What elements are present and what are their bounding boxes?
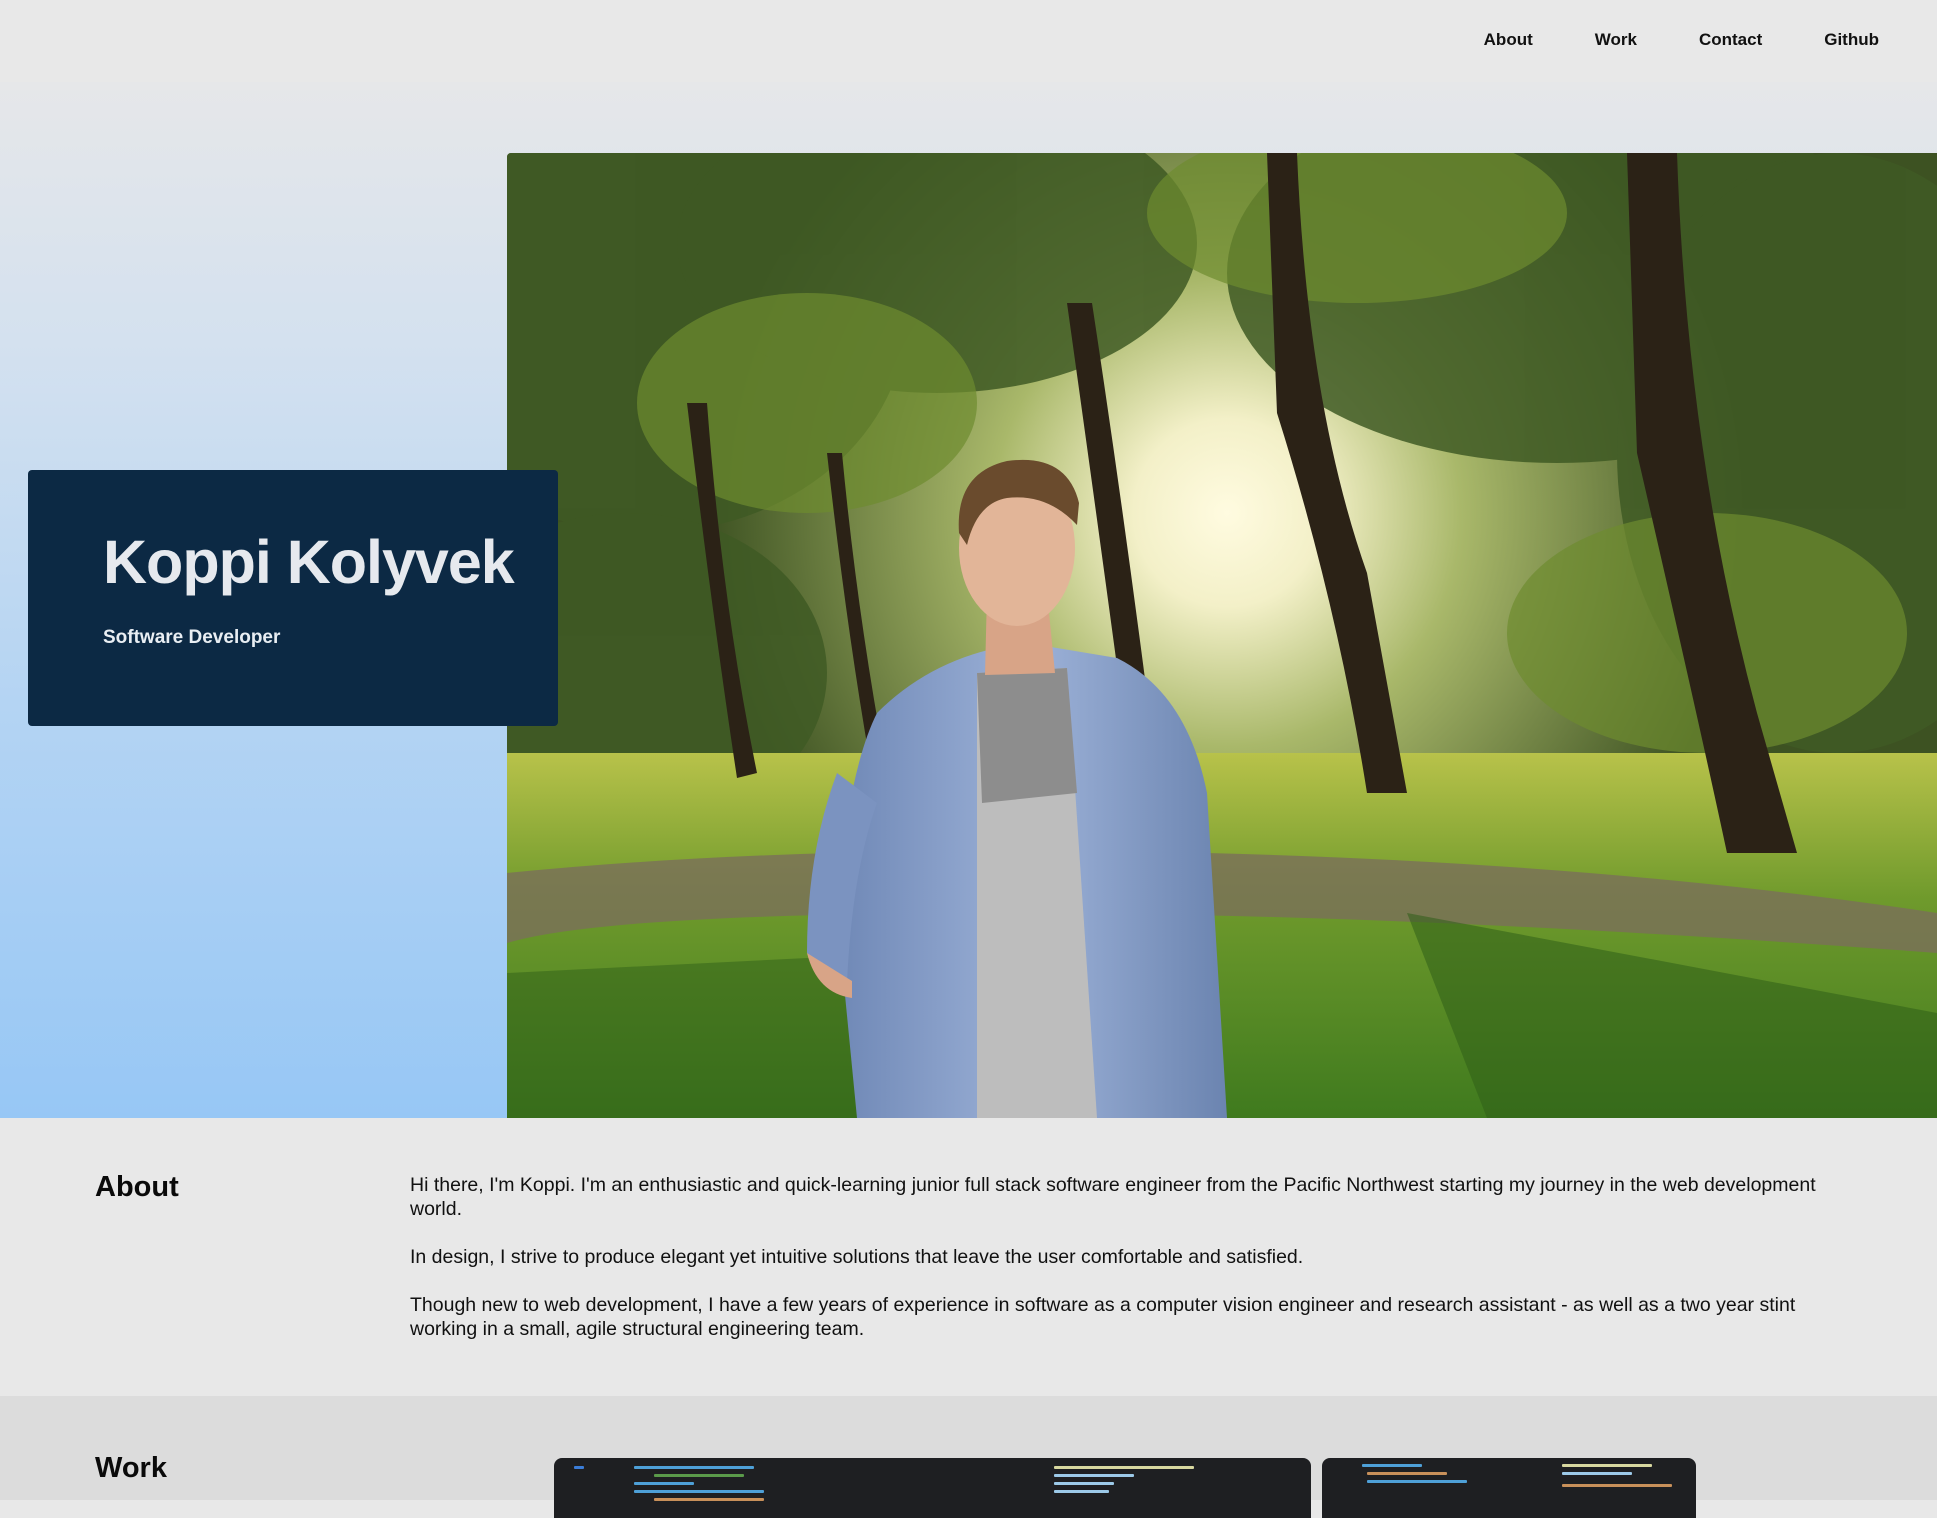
code-line <box>1054 1482 1114 1485</box>
code-line <box>1362 1464 1422 1467</box>
nav-link-about[interactable]: About <box>1484 30 1533 50</box>
work-section: Work <box>0 1396 1937 1518</box>
code-line <box>654 1474 744 1477</box>
about-body: Hi there, I'm Koppi. I'm an enthusiastic… <box>410 1173 1840 1365</box>
code-line <box>1562 1464 1652 1467</box>
nav-link-github[interactable]: Github <box>1824 30 1879 50</box>
about-paragraph: Hi there, I'm Koppi. I'm an enthusiastic… <box>410 1174 1816 1220</box>
hero-role: Software Developer <box>103 627 281 648</box>
nav-link-contact[interactable]: Contact <box>1699 30 1762 50</box>
code-line <box>1054 1490 1109 1493</box>
main-nav: About Work Contact Github <box>1422 30 1879 50</box>
code-line <box>1054 1466 1194 1469</box>
about-paragraph: In design, I strive to produce elegant y… <box>410 1246 1304 1268</box>
work-project-thumbnail[interactable] <box>1322 1458 1696 1518</box>
code-line <box>1367 1472 1447 1475</box>
hero-name: Koppi Kolyvek <box>103 528 515 596</box>
hero-photo <box>507 153 1937 1118</box>
code-line <box>1562 1472 1632 1475</box>
about-heading: About <box>95 1171 179 1203</box>
hero-name-card: Koppi Kolyvek Software Developer <box>28 470 558 726</box>
work-heading: Work <box>95 1452 167 1484</box>
work-project-thumbnail[interactable] <box>554 1458 1311 1518</box>
code-line <box>634 1490 764 1493</box>
code-line <box>1562 1484 1672 1487</box>
site-header: About Work Contact Github <box>0 0 1937 82</box>
code-line <box>1367 1480 1467 1483</box>
about-paragraph: Though new to web development, I have a … <box>410 1294 1796 1340</box>
code-line <box>634 1466 754 1469</box>
about-section: About Hi there, I'm Koppi. I'm an enthus… <box>0 1118 1937 1396</box>
nav-link-work[interactable]: Work <box>1595 30 1637 50</box>
gutter-icon <box>574 1466 584 1469</box>
code-line <box>1054 1474 1134 1477</box>
code-line <box>634 1482 694 1485</box>
